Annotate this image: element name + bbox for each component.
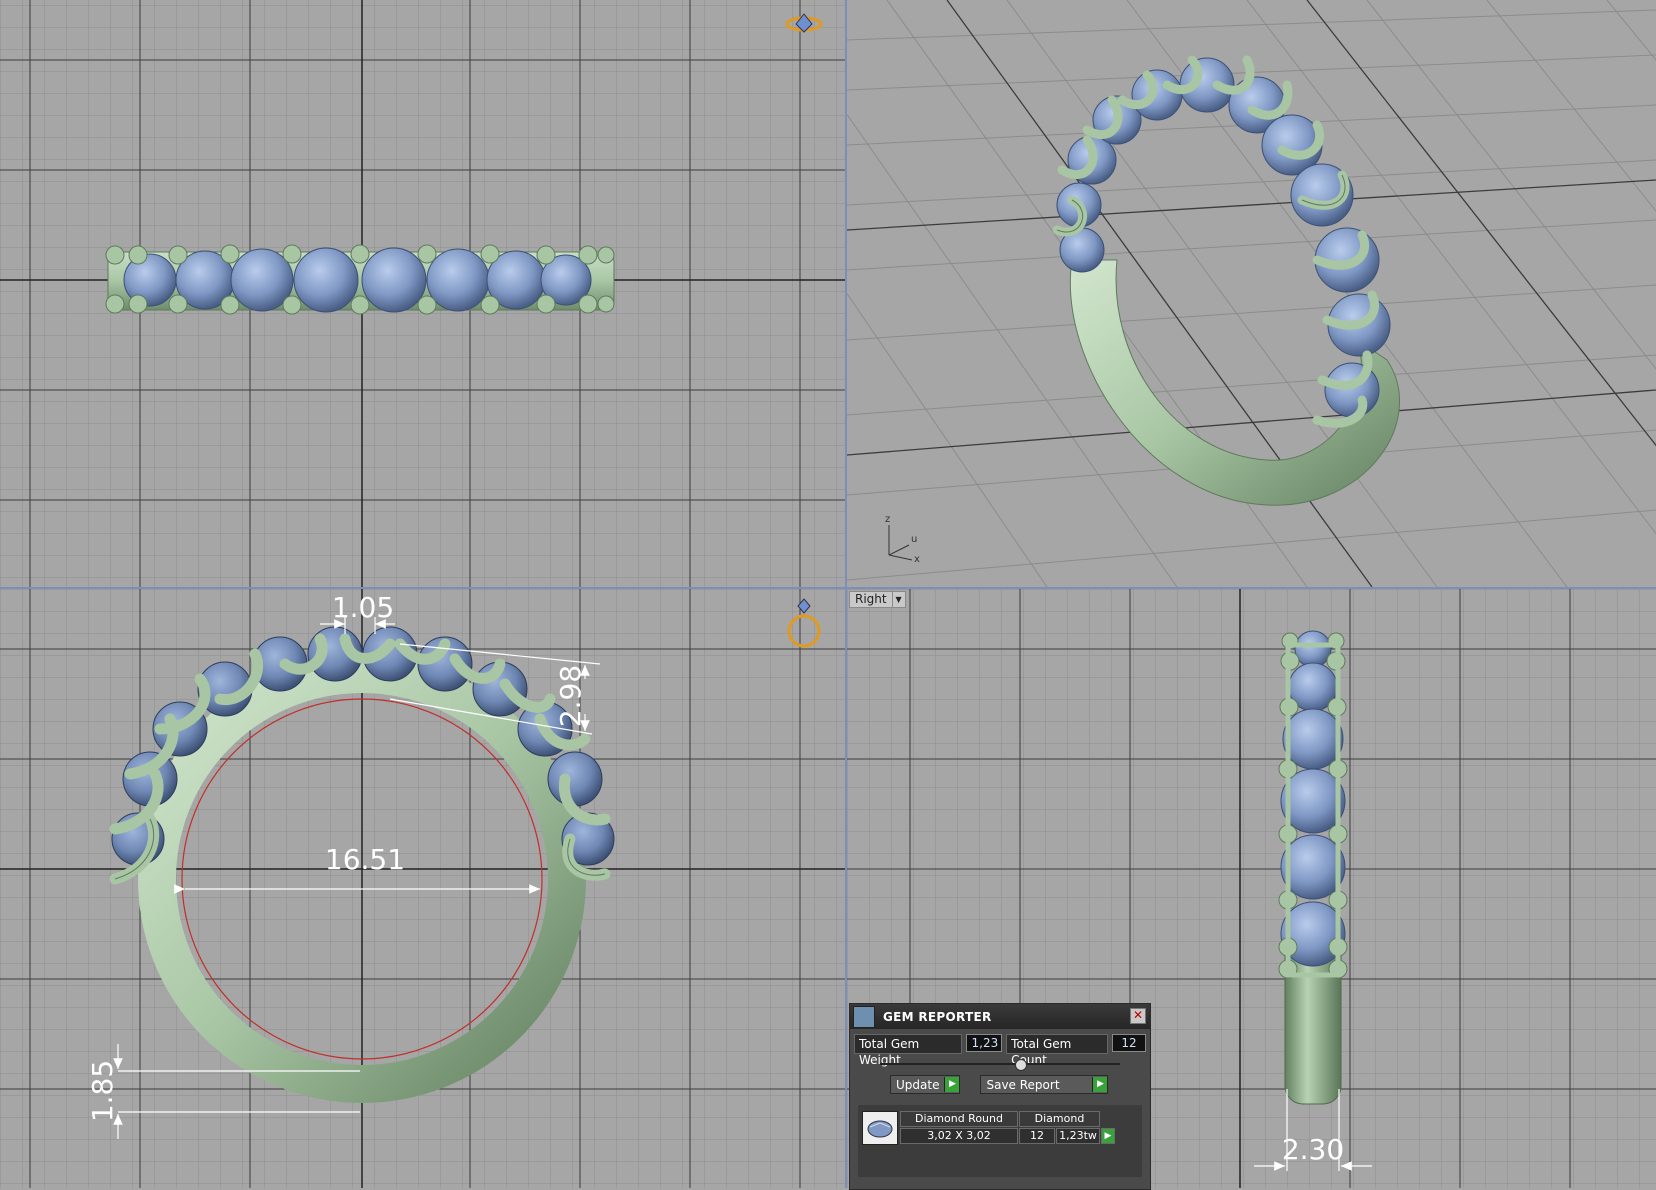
close-icon[interactable]: ✕ <box>1130 1008 1146 1024</box>
play-arrow-icon[interactable]: ▶ <box>1092 1077 1108 1092</box>
slider-knob[interactable] <box>1015 1059 1027 1071</box>
viewport-front-canvas: 16.51 1.05 2.98 1.85 <box>0 589 845 1188</box>
viewport-top[interactable] <box>0 0 845 587</box>
axis-x-label: x <box>914 554 920 565</box>
viewport-front[interactable]: 16.51 1.05 2.98 1.85 <box>0 589 845 1188</box>
gem-material-header: Diamond <box>1019 1111 1100 1127</box>
dimension-prong-width: 1.05 <box>332 591 394 624</box>
gem-column-right <box>1280 630 1346 967</box>
slider-track <box>880 1063 1120 1065</box>
table-spacer <box>1101 1111 1115 1127</box>
chevron-down-icon[interactable]: ▼ <box>892 591 906 608</box>
dimension-gem-height: 2.98 <box>554 665 587 727</box>
save-report-button[interactable]: Save Report ▶ <box>980 1075 1109 1094</box>
gem-size-cell: 3,02 X 3,02 <box>900 1128 1018 1144</box>
viewport-divider-vertical[interactable] <box>845 0 847 1188</box>
dimension-shank-thickness: 1.85 <box>86 1060 119 1122</box>
gem-table: Diamond Round Diamond 3,02 X 3,02 12 1,2… <box>858 1105 1142 1177</box>
dimension-band-width: 2.30 <box>1282 1133 1344 1166</box>
view-select-label: Right <box>849 591 893 608</box>
total-gem-weight-value: 1,23 <box>965 1034 1003 1052</box>
play-arrow-icon[interactable]: ▶ <box>944 1077 960 1092</box>
viewport-top-canvas <box>0 0 845 587</box>
gem-shape-header: Diamond Round <box>900 1111 1018 1127</box>
axis-z-label: z <box>885 514 890 525</box>
gem-reporter-title: GEM REPORTER <box>883 1009 992 1024</box>
gem-reporter-panel: GEM REPORTER ✕ Total Gem Weight 1,23 Tot… <box>849 1003 1151 1190</box>
panel-resize-slider[interactable] <box>880 1059 1120 1071</box>
update-button[interactable]: Update ▶ <box>890 1075 961 1094</box>
total-gem-count-value: 12 <box>1112 1034 1146 1052</box>
play-arrow-icon[interactable]: ▶ <box>1101 1128 1115 1144</box>
gem-thumbnail-icon[interactable] <box>862 1111 898 1145</box>
viewport-divider-horizontal[interactable] <box>0 587 1656 589</box>
total-gem-weight-label: Total Gem Weight <box>854 1034 962 1067</box>
viewport-perspective[interactable]: z u x <box>847 0 1656 587</box>
update-button-label: Update <box>896 1077 940 1092</box>
viewport-perspective-canvas: z u x <box>847 0 1656 587</box>
save-report-button-label: Save Report <box>986 1077 1060 1092</box>
view-select-dropdown[interactable]: Right ▼ <box>849 591 906 608</box>
total-gem-count-label: Total Gem Count <box>1006 1034 1108 1067</box>
axis-u-label: u <box>911 534 917 545</box>
gem-count-cell: 12 <box>1019 1128 1055 1144</box>
gem-reporter-icon <box>853 1005 875 1028</box>
gem-weight-cell: 1,23tw <box>1056 1128 1100 1144</box>
gem-reporter-titlebar[interactable]: GEM REPORTER ✕ <box>850 1004 1150 1029</box>
dimension-inner-diameter: 16.51 <box>325 843 405 876</box>
